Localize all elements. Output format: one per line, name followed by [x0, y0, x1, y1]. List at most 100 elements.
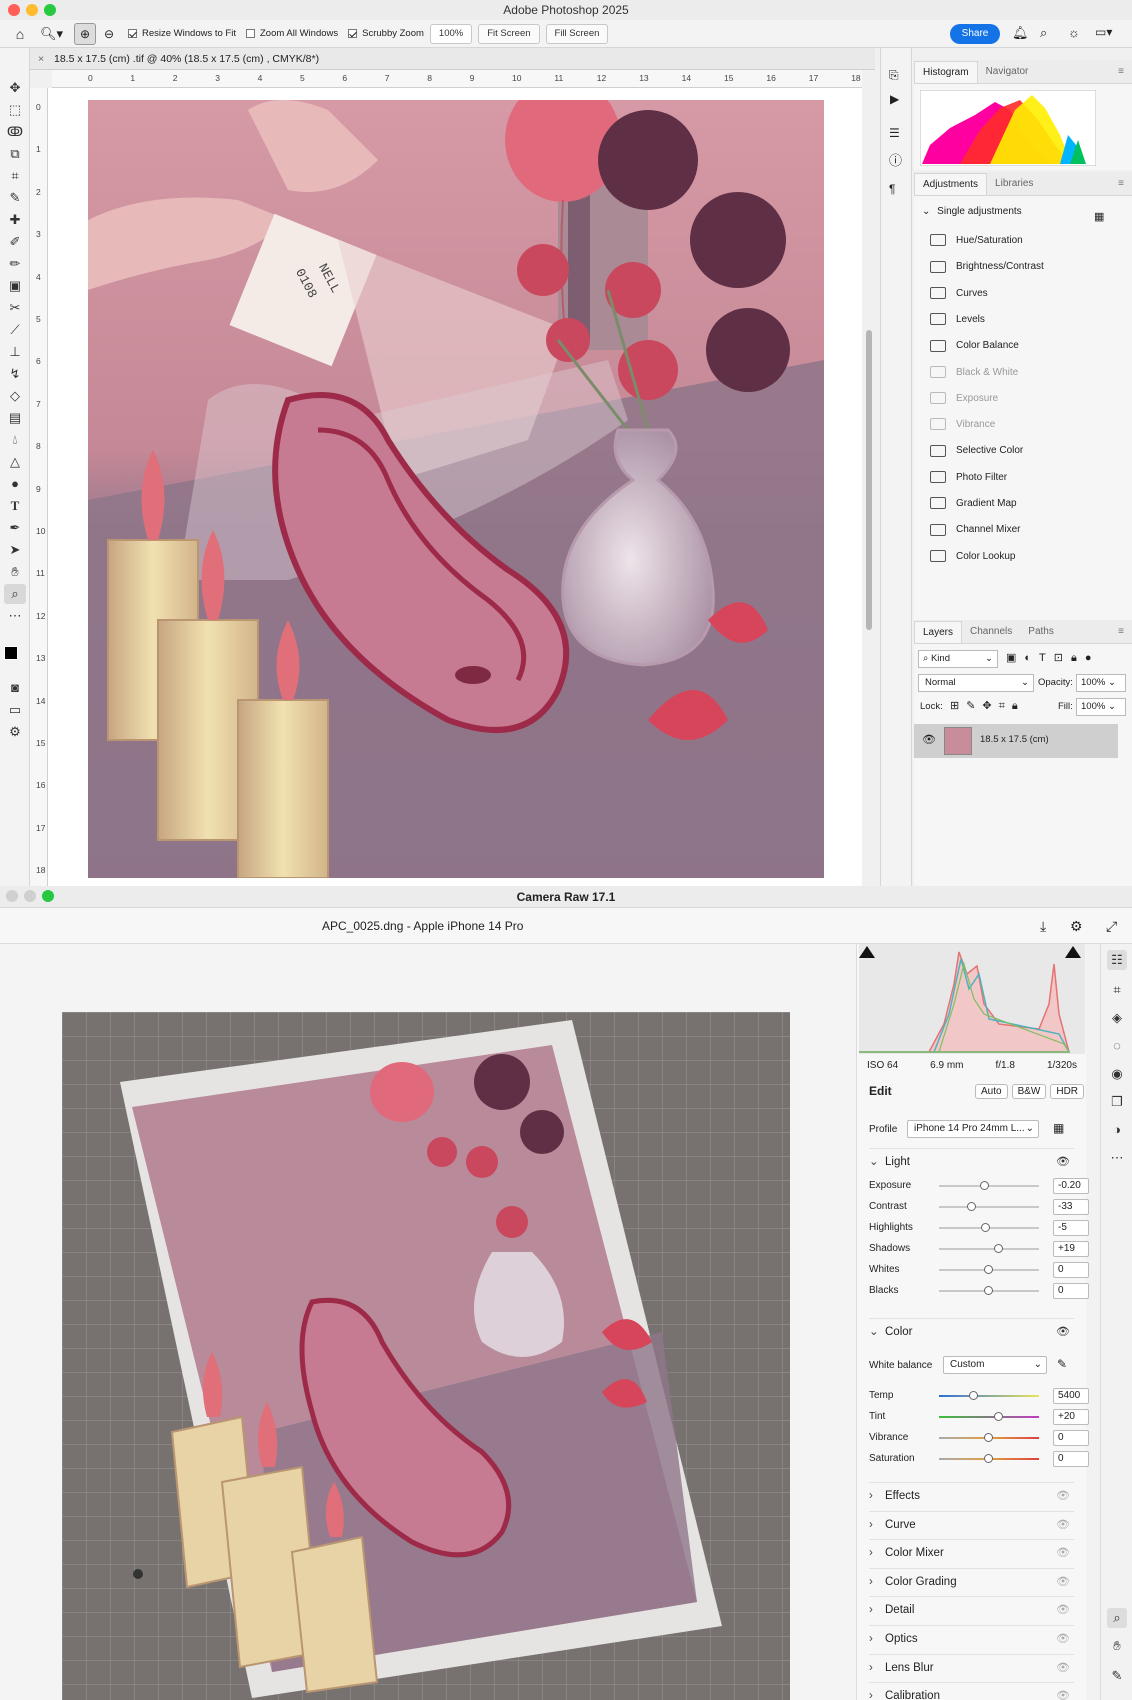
- lasso-tool-icon[interactable]: ↂ: [4, 122, 26, 142]
- close-window-button[interactable]: [8, 4, 20, 16]
- search-icon[interactable]: ⌕: [1040, 25, 1047, 41]
- discover-icon[interactable]: ☼: [1068, 25, 1080, 40]
- save-icon[interactable]: ⤓: [1040, 908, 1046, 944]
- clone-stamp-tool-icon[interactable]: ⊥: [4, 342, 26, 362]
- adjustment-item[interactable]: Curves: [930, 281, 1120, 307]
- slider-thumb[interactable]: [994, 1412, 1003, 1421]
- resize-windows-checkbox[interactable]: Resize Windows to Fit: [128, 28, 236, 39]
- pen-tool-icon[interactable]: ✒: [4, 518, 26, 538]
- section-header[interactable]: › Lens Blur 👁︎: [869, 1653, 1074, 1681]
- canvas-scrollbar[interactable]: [866, 330, 872, 630]
- adjustment-item[interactable]: Exposure: [930, 386, 1120, 412]
- tab-libraries[interactable]: Libraries: [987, 173, 1041, 195]
- slider-thumb[interactable]: [994, 1244, 1003, 1253]
- adjustment-item[interactable]: Levels: [930, 307, 1120, 333]
- document-tab[interactable]: × 18.5 x 17.5 (cm) .tif @ 40% (18.5 x 17…: [30, 48, 875, 70]
- hdr-button[interactable]: HDR: [1050, 1084, 1085, 1099]
- section-header[interactable]: › Color Mixer 👁︎: [869, 1539, 1074, 1565]
- slider-thumb[interactable]: [967, 1202, 976, 1211]
- artwork-image[interactable]: 0108 NELL: [88, 100, 824, 878]
- eyedropper-icon[interactable]: ✎: [1057, 1357, 1067, 1371]
- zoom-tool-active-icon[interactable]: ⌕: [4, 584, 26, 604]
- layer-row[interactable]: 👁︎ 18.5 x 17.5 (cm): [914, 724, 1118, 758]
- masking-icon[interactable]: ◌: [1107, 1036, 1127, 1056]
- zoom-window-button[interactable]: [42, 890, 54, 902]
- visibility-eye-icon[interactable]: 👁︎: [1056, 1655, 1070, 1681]
- section-header[interactable]: › Optics 👁︎: [869, 1625, 1074, 1651]
- adjustment-item[interactable]: Photo Filter: [930, 465, 1120, 491]
- fullscreen-icon[interactable]: ⤢: [1106, 908, 1117, 944]
- panel-menu-icon[interactable]: ≡: [1118, 61, 1124, 83]
- adjustment-item[interactable]: Black & White: [930, 360, 1120, 386]
- tab-paths[interactable]: Paths: [1020, 621, 1062, 643]
- paintbrush-tool-icon[interactable]: ⟋: [4, 320, 26, 340]
- tab-channels[interactable]: Channels: [962, 621, 1020, 643]
- slider-value-field[interactable]: 0: [1053, 1283, 1089, 1299]
- slider-thumb[interactable]: [981, 1223, 990, 1232]
- slider-value-field[interactable]: 0: [1053, 1451, 1089, 1467]
- section-header[interactable]: › Calibration 👁︎: [869, 1682, 1074, 1700]
- adjustment-item[interactable]: Color Balance: [930, 333, 1120, 359]
- preview-stage[interactable]: [0, 944, 856, 1700]
- blur-tool-icon[interactable]: 💧︎: [4, 430, 26, 450]
- share-button[interactable]: Share: [950, 24, 1000, 44]
- section-header[interactable]: › Curve 👁︎: [869, 1510, 1074, 1537]
- more-icon[interactable]: ⋯: [1107, 1148, 1127, 1168]
- eraser-tool-icon[interactable]: ◇: [4, 386, 26, 406]
- slider-value-field[interactable]: 0: [1053, 1262, 1089, 1278]
- edit-toolbar-icon[interactable]: ⚙: [4, 722, 26, 742]
- close-window-button[interactable]: [6, 890, 18, 902]
- tab-adjustments[interactable]: Adjustments: [914, 173, 988, 195]
- layer-kind-filter[interactable]: ⌕ Kind ⌄: [918, 650, 998, 668]
- sharpen-tool-icon[interactable]: △: [4, 452, 26, 472]
- minimize-window-button[interactable]: [24, 890, 36, 902]
- type-tool-icon[interactable]: T: [4, 496, 26, 516]
- adjustment-item[interactable]: Selective Color: [930, 438, 1120, 464]
- crop-tool-icon[interactable]: ⌗: [4, 166, 26, 186]
- path-select-tool-icon[interactable]: ➤: [4, 540, 26, 560]
- more-tools-icon[interactable]: ⋯: [4, 606, 26, 626]
- fill-screen-button[interactable]: Fill Screen: [545, 23, 609, 44]
- section-header[interactable]: › Effects 👁︎: [869, 1482, 1074, 1508]
- slider-track[interactable]: [939, 1416, 1039, 1418]
- red-eye-icon[interactable]: ◉: [1107, 1064, 1127, 1084]
- edit-sliders-icon[interactable]: ☷: [1107, 950, 1127, 970]
- light-section-header[interactable]: ⌄ Light 👁︎: [869, 1148, 1074, 1174]
- panel-menu-icon[interactable]: ≡: [1118, 173, 1124, 195]
- history-brush-tool-icon[interactable]: ↯: [4, 364, 26, 384]
- gradient-tool-icon[interactable]: ▤: [4, 408, 26, 428]
- history-icon[interactable]: ⎘: [889, 68, 899, 83]
- properties-icon[interactable]: ☰: [889, 126, 900, 140]
- zoom-window-button[interactable]: [44, 4, 56, 16]
- fill-field[interactable]: 100% ⌄: [1076, 698, 1126, 716]
- hand-tool-icon[interactable]: ✋︎: [4, 562, 26, 582]
- zoom-all-checkbox[interactable]: Zoom All Windows: [245, 28, 338, 39]
- zoom-value-field[interactable]: 100%: [429, 23, 473, 44]
- slider-value-field[interactable]: -0.20: [1053, 1178, 1089, 1194]
- zoom-out-icon[interactable]: ⊖: [96, 27, 122, 41]
- slider-value-field[interactable]: 0: [1053, 1430, 1089, 1446]
- photo-preview[interactable]: [62, 1012, 790, 1700]
- hand-icon[interactable]: ✋︎: [1107, 1636, 1127, 1656]
- tab-navigator[interactable]: Navigator: [978, 61, 1037, 83]
- tab-layers[interactable]: Layers: [914, 621, 963, 643]
- slider-thumb[interactable]: [984, 1454, 993, 1463]
- tab-histogram[interactable]: Histogram: [914, 61, 978, 83]
- slider-value-field[interactable]: +19: [1053, 1241, 1089, 1257]
- paragraph-icon[interactable]: ¶: [889, 182, 895, 196]
- move-tool-icon[interactable]: ✥: [4, 78, 26, 98]
- slider-track[interactable]: [939, 1185, 1039, 1187]
- gear-icon[interactable]: ⚙: [1070, 908, 1083, 944]
- zoom-tool-icon[interactable]: 🔍︎▾: [40, 26, 74, 42]
- section-header[interactable]: › Color Grading 👁︎: [869, 1567, 1074, 1594]
- profile-browser-icon[interactable]: ▦: [1053, 1121, 1064, 1135]
- marquee-tool-icon[interactable]: ⬚: [4, 100, 26, 120]
- bw-button[interactable]: B&W: [1011, 1084, 1047, 1099]
- slider-value-field[interactable]: +20: [1053, 1409, 1089, 1425]
- presets-icon[interactable]: ◑: [1107, 1120, 1127, 1140]
- workspace-icon[interactable]: ▭▾: [1095, 25, 1112, 39]
- visibility-eye-icon[interactable]: 👁︎: [1056, 1319, 1070, 1345]
- adjustment-item[interactable]: Channel Mixer: [930, 517, 1120, 543]
- remove-icon[interactable]: ◈: [1107, 1008, 1127, 1028]
- healing-tool-icon[interactable]: ✚: [4, 210, 26, 230]
